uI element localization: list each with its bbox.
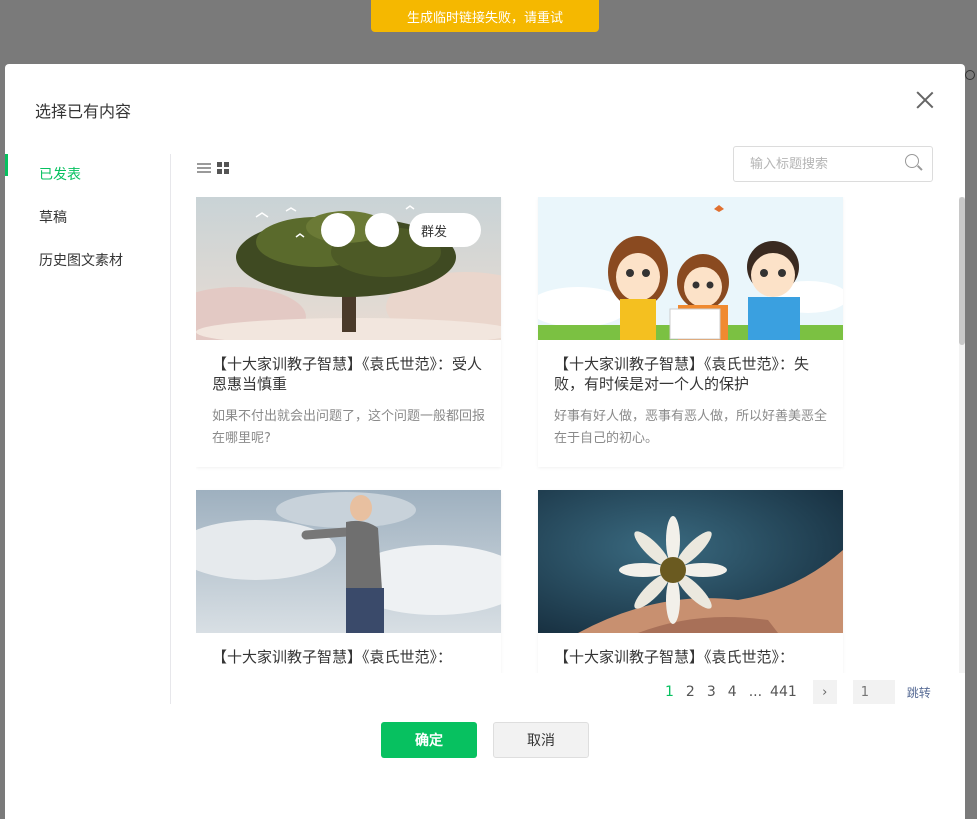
cancel-button[interactable]: 取消	[493, 722, 589, 758]
article-card[interactable]: 【十大家训教子智慧】《袁氏世范》：	[196, 490, 501, 673]
background-help-icon	[965, 70, 975, 80]
man-open-arms-sky-image	[196, 490, 501, 633]
select-content-dialog: 选择已有内容 已发表 草稿 历史图文素材 输入标题搜索 群发 【十大家训教子智慧…	[5, 64, 965, 819]
sidebar-item-published[interactable]: 已发表	[5, 154, 170, 197]
page-4[interactable]: 4	[728, 684, 737, 700]
pagination: 1 2 3 4 ... 441 › 跳转	[665, 680, 931, 704]
page-jump-input[interactable]	[852, 680, 895, 704]
chevron-right-icon[interactable]: ›	[812, 680, 837, 704]
view-toggle	[197, 162, 229, 174]
search-input[interactable]	[734, 147, 894, 181]
card-description: 如果不付出就会出问题了，这个问题一般都回报在哪里呢?	[212, 409, 486, 446]
page-last[interactable]: 441	[770, 684, 797, 700]
page-2[interactable]: 2	[686, 684, 695, 700]
mass-send-button[interactable]: 群发	[409, 213, 481, 247]
grid-view-icon[interactable]	[217, 162, 229, 174]
close-icon[interactable]	[913, 88, 937, 112]
page-3[interactable]: 3	[707, 684, 716, 700]
page-1[interactable]: 1	[665, 684, 674, 700]
search-icon[interactable]	[905, 154, 919, 168]
article-card[interactable]: 群发 【十大家训教子智慧】《袁氏世范》：受人恩惠当慎重 如果不付出就会出问题了，…	[196, 197, 501, 467]
error-toast: 生成临时链接失败，请重试	[371, 0, 599, 32]
card-title: 【十大家训教子智慧】《袁氏世范》：	[212, 648, 453, 666]
sidebar-item-history-materials[interactable]: 历史图文素材	[5, 240, 170, 283]
sidebar: 已发表 草稿 历史图文素材	[5, 154, 171, 704]
confirm-button[interactable]: 确定	[381, 722, 477, 758]
article-card[interactable]: 【十大家训教子智慧】《袁氏世范》：	[538, 490, 843, 673]
daisy-in-hand-image	[538, 490, 843, 633]
dialog-title: 选择已有内容	[35, 102, 132, 121]
page-ellipsis: ...	[748, 684, 763, 700]
card-description: 好事有好人做，恶事有恶人做，所以好善美恶全在于自己的初心。	[554, 409, 828, 446]
sidebar-item-drafts[interactable]: 草稿	[5, 197, 170, 240]
card-title: 【十大家训教子智慧】《袁氏世范》：	[554, 648, 795, 666]
page-jump-link[interactable]: 跳转	[907, 684, 931, 701]
tree-in-clouds-image: 群发	[196, 197, 501, 340]
card-title: 【十大家训教子智慧】《袁氏世范》：失败，有时候是对一个人的保护	[554, 355, 810, 393]
edit-button[interactable]	[365, 213, 399, 247]
card-hover-actions: 群发	[321, 213, 481, 247]
scrollbar-thumb[interactable]	[959, 197, 965, 345]
scrollbar[interactable]	[959, 197, 965, 673]
card-title: 【十大家训教子智慧】《袁氏世范》：受人恩惠当慎重	[212, 355, 483, 393]
toast-message: 生成临时链接失败，请重试	[406, 10, 563, 26]
article-grid: 群发 【十大家训教子智慧】《袁氏世范》：受人恩惠当慎重 如果不付出就会出问题了，…	[196, 197, 950, 673]
search-box	[733, 146, 933, 182]
list-view-icon[interactable]	[197, 162, 211, 174]
cartoon-children-image	[538, 197, 843, 340]
article-card[interactable]: 【十大家训教子智慧】《袁氏世范》：失败，有时候是对一个人的保护 好事有好人做，恶…	[538, 197, 843, 467]
preview-button[interactable]	[321, 213, 355, 247]
